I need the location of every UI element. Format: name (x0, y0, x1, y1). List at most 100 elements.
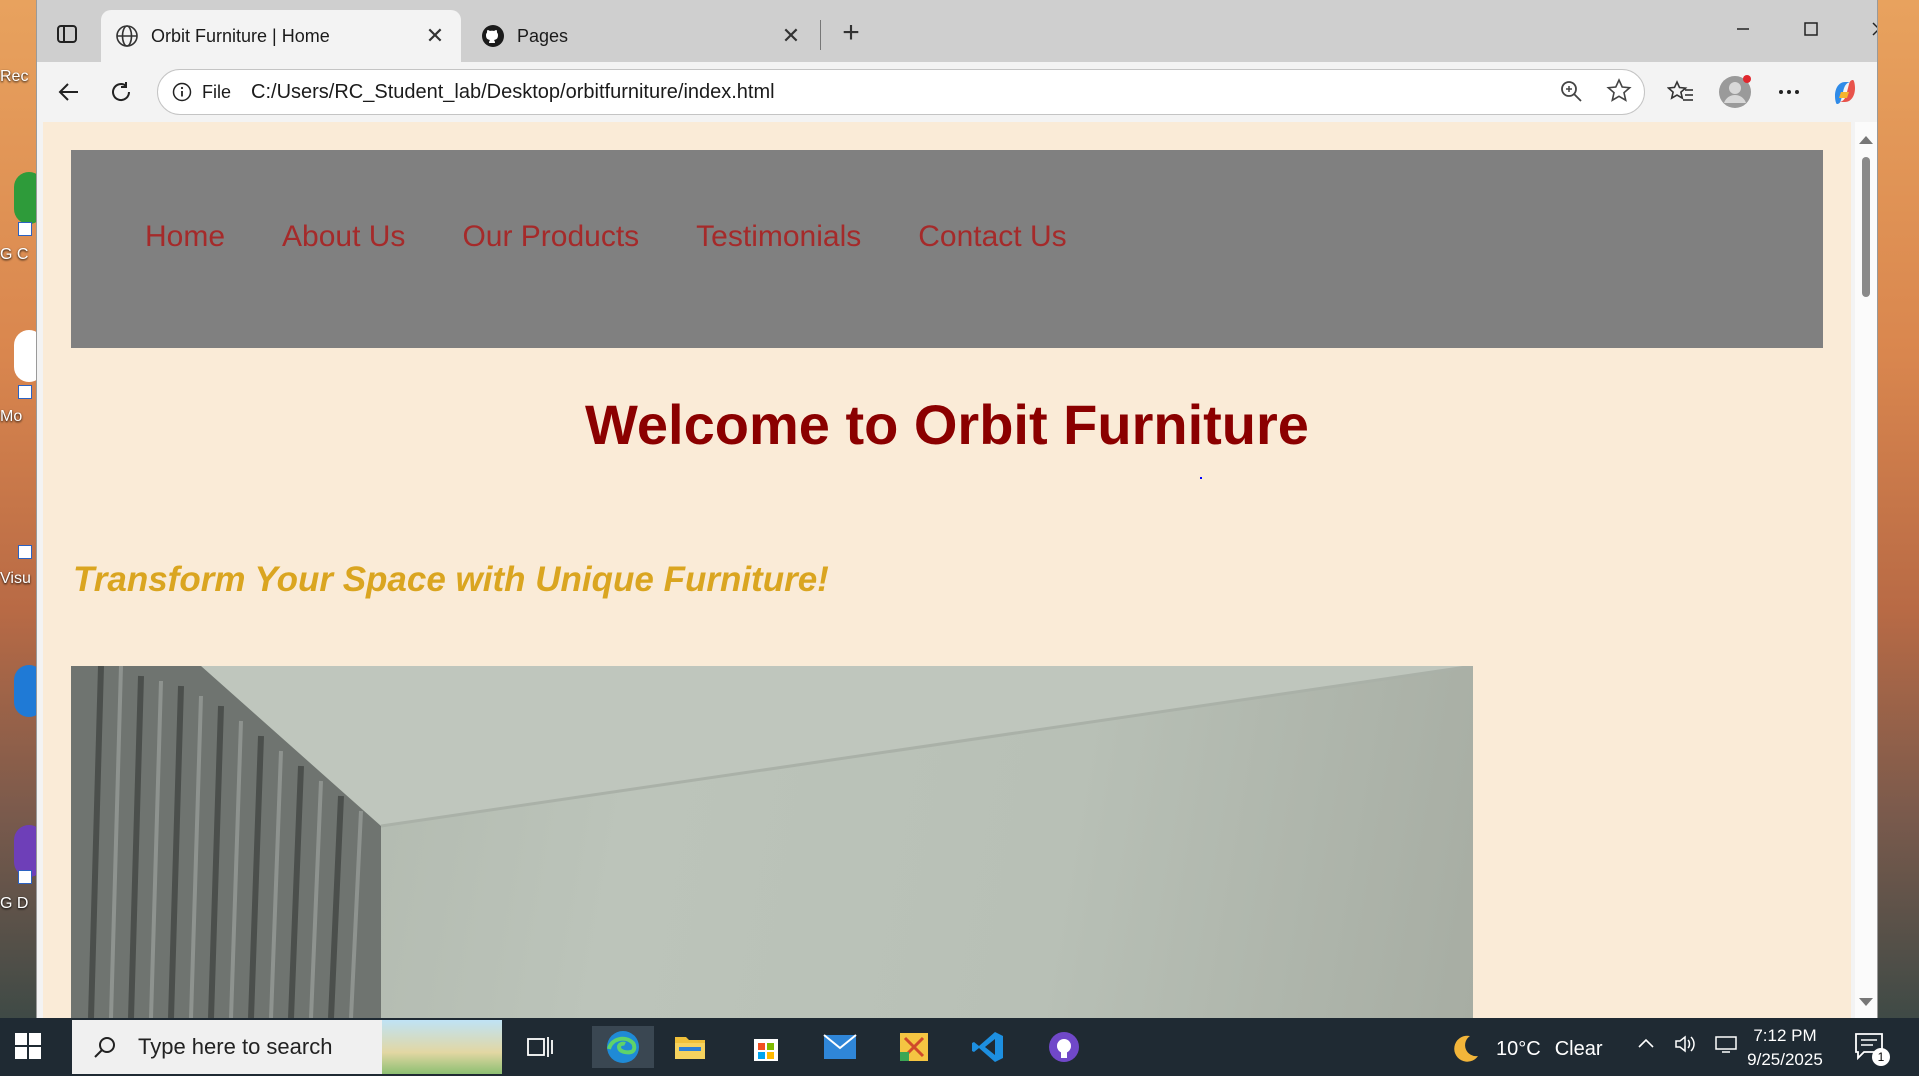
shortcut-arrow-icon (18, 222, 32, 236)
close-window-button[interactable] (1849, 10, 1877, 50)
tagline-heading: Transform Your Space with Unique Furnitu… (73, 560, 829, 599)
task-view-icon (527, 1037, 553, 1057)
nav-link-about-us[interactable]: About Us (282, 220, 405, 254)
zoom-icon[interactable] (1558, 78, 1584, 104)
desktop-icon-label[interactable]: Rec (0, 68, 36, 86)
desktop-icon-label[interactable]: G D (0, 895, 36, 913)
search-highlight-illustration (382, 1020, 502, 1074)
chevron-up-icon[interactable] (1636, 1034, 1656, 1054)
nav-link-testimonials[interactable]: Testimonials (696, 220, 861, 254)
weather-widget[interactable]: 10°C Clear (1448, 1032, 1602, 1066)
stray-dot (1200, 477, 1202, 479)
page-title: Welcome to Orbit Furniture (585, 393, 1309, 456)
windows-taskbar: Type here to search 10°C Clear 7:12 PM 9… (0, 1018, 1919, 1076)
close-tab-button[interactable]: ✕ (779, 23, 803, 49)
tab-strip: Orbit Furniture | Home ✕ Pages ✕ + (37, 0, 1877, 62)
snipping-tool-icon (900, 1033, 928, 1061)
refresh-icon (112, 82, 131, 101)
avatar-icon (1719, 75, 1751, 108)
nav-link-home[interactable]: Home (145, 220, 225, 254)
tab-separator (820, 20, 821, 50)
shortcut-arrow-icon (18, 385, 32, 399)
settings-more-button[interactable] (1769, 72, 1809, 112)
desktop-icon-label[interactable]: Mo (0, 408, 36, 426)
weather-temperature: 10°C (1496, 1037, 1541, 1060)
search-placeholder[interactable]: Type here to search (138, 1034, 332, 1060)
shortcut-arrow-icon (18, 870, 32, 884)
close-tab-button[interactable]: ✕ (423, 23, 447, 49)
maximize-icon (1804, 22, 1818, 36)
folder-icon (675, 1037, 705, 1059)
shortcut-arrow-icon (18, 545, 32, 559)
edge-taskbar-button[interactable] (592, 1026, 654, 1068)
start-button[interactable] (14, 1032, 42, 1065)
globe-icon (116, 25, 138, 47)
vertical-scrollbar[interactable] (1855, 122, 1877, 1018)
clock-time: 7:12 PM (1753, 1026, 1817, 1045)
desktop-icon-label[interactable]: Visu (0, 570, 36, 588)
tab-title: Pages (517, 25, 569, 46)
url-text[interactable]: C:/Users/RC_Student_lab/Desktop/orbitfur… (251, 81, 775, 104)
maximize-button[interactable] (1781, 10, 1841, 50)
copilot-button[interactable] (1825, 72, 1865, 112)
refresh-button[interactable] (101, 72, 141, 112)
mail-button[interactable] (818, 1026, 862, 1068)
info-icon[interactable] (172, 82, 192, 102)
system-clock[interactable]: 7:12 PM 9/25/2025 (1730, 1024, 1840, 1072)
nav-link-contact-us[interactable]: Contact Us (918, 220, 1066, 254)
notification-count-badge: 1 (1872, 1048, 1890, 1066)
tab-title: Orbit Furniture | Home (151, 25, 330, 46)
address-bar[interactable]: File C:/Users/RC_Student_lab/Desktop/orb… (157, 69, 1645, 115)
github-icon (482, 25, 504, 47)
browser-toolbar: File C:/Users/RC_Student_lab/Desktop/orb… (37, 62, 1877, 122)
page-viewport: Home About Us Our Products Testimonials … (43, 122, 1851, 1018)
github-desktop-icon (1049, 1032, 1079, 1062)
back-button[interactable] (49, 72, 89, 112)
system-tray (1636, 1034, 1738, 1054)
weather-condition: Clear (1554, 1037, 1603, 1060)
star-icon[interactable] (1606, 78, 1632, 104)
windows-logo-icon (15, 1033, 41, 1059)
task-view-button[interactable] (518, 1026, 562, 1068)
favorites-icon (1667, 80, 1693, 101)
store-icon (754, 1039, 778, 1061)
hero-image (71, 666, 1473, 1018)
favorites-button[interactable] (1661, 72, 1701, 112)
scroll-thumb[interactable] (1862, 157, 1870, 297)
browser-window: Orbit Furniture | Home ✕ Pages ✕ + File (36, 0, 1878, 1018)
copilot-icon (1835, 80, 1855, 104)
address-actions (1558, 78, 1632, 104)
profile-button[interactable] (1715, 72, 1755, 112)
tab-actions-icon (57, 25, 77, 43)
volume-icon[interactable] (1674, 1034, 1696, 1054)
edge-icon (607, 1031, 639, 1063)
nav-link-our-products[interactable]: Our Products (462, 220, 639, 254)
file-explorer-button[interactable] (668, 1026, 712, 1068)
github-desktop-button[interactable] (1042, 1026, 1086, 1068)
minimize-icon (1737, 28, 1749, 30)
scroll-up-arrow-icon[interactable] (1859, 136, 1873, 144)
site-security-label[interactable]: File (202, 82, 231, 103)
tab-actions-button[interactable] (47, 14, 87, 54)
more-icon (1779, 90, 1799, 94)
vscode-button[interactable] (966, 1026, 1010, 1068)
arrow-left-icon (58, 83, 78, 101)
clock-date: 9/25/2025 (1747, 1050, 1823, 1069)
vscode-icon (972, 1032, 1003, 1062)
site-navigation: Home About Us Our Products Testimonials … (71, 150, 1823, 348)
store-button[interactable] (744, 1026, 788, 1068)
tab-pages[interactable]: Pages ✕ (467, 10, 817, 62)
minimize-button[interactable] (1713, 10, 1773, 50)
mail-icon (823, 1034, 857, 1059)
taskbar-search[interactable]: Type here to search (72, 1020, 502, 1074)
new-tab-button[interactable]: + (833, 16, 869, 52)
notification-center-button[interactable]: 1 (1854, 1032, 1890, 1066)
scroll-down-arrow-icon[interactable] (1859, 998, 1873, 1006)
close-icon (1872, 22, 1877, 36)
tab-orbit-furniture[interactable]: Orbit Furniture | Home ✕ (101, 10, 461, 62)
search-icon (94, 1037, 115, 1058)
desktop-icon-label[interactable]: G C (0, 246, 36, 264)
room-photo-illustration (71, 666, 1473, 1018)
moon-icon (1454, 1035, 1478, 1062)
snipping-tool-button[interactable] (892, 1026, 936, 1068)
